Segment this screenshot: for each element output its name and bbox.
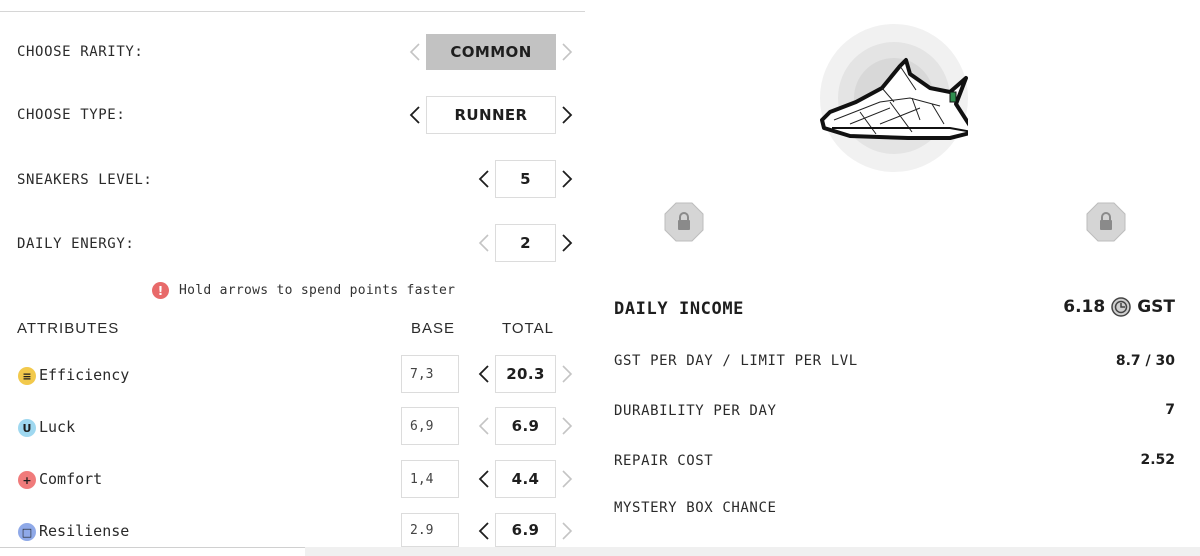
daily-income-value: 6.18 GST [1063,297,1175,317]
repair-cost-value: 2.52 [1140,452,1175,468]
attribute-name: Luck [39,418,76,436]
chevron-left-icon [478,522,489,540]
energy-prev-button[interactable] [475,232,493,254]
attribute-name: Efficiency [39,366,130,384]
mystery-box-label: MYSTERY BOX CHANCE [614,500,777,516]
type-prev-button[interactable] [406,104,424,126]
attribute-base: 1,4 [401,460,459,498]
energy-value: 2 [495,224,556,262]
chevron-left-icon [478,234,489,252]
level-value: 5 [495,160,556,198]
rarity-label: CHOOSE RARITY: [17,44,144,60]
rarity-value: COMMON [426,34,556,70]
comfort-icon: + [18,471,36,489]
attribute-base: 7,3 [401,355,459,393]
chevron-right-icon [562,522,573,540]
attribute-total: 20.3 [495,355,556,393]
resiliense-decrease-button[interactable] [475,520,493,542]
chevron-right-icon [562,417,573,435]
level-next-button[interactable] [558,168,576,190]
lock-icon [1086,202,1126,242]
energy-label: DAILY ENERGY: [17,236,135,252]
top-divider [0,11,585,12]
rarity-next-button[interactable] [558,41,576,63]
comfort-increase-button[interactable] [558,468,576,490]
daily-income-label: DAILY INCOME [614,299,745,319]
daily-income-amount: 6.18 [1063,297,1106,317]
comfort-decrease-button[interactable] [475,468,493,490]
chevron-left-icon [409,106,420,124]
level-prev-button[interactable] [475,168,493,190]
chevron-left-icon [478,417,489,435]
attribute-name: Resiliense [39,522,130,540]
attribute-total: 4.4 [495,460,556,498]
gst-per-day-label: GST PER DAY / LIMIT PER LVL [614,353,858,369]
daily-income-currency: GST [1137,297,1175,317]
energy-next-button[interactable] [558,232,576,254]
chevron-left-icon [478,365,489,383]
luck-icon: U [18,419,36,437]
attribute-total: 6.9 [495,513,556,547]
attribute-base: 6,9 [401,407,459,445]
scrollbar-thumb[interactable] [0,547,305,556]
chevron-left-icon [409,43,420,61]
resiliense-increase-button[interactable] [558,520,576,542]
chevron-left-icon [478,170,489,188]
attribute-base: 2.9 [401,513,459,547]
gst-per-day-value: 8.7 / 30 [1115,353,1175,369]
resiliense-icon: □ [18,523,36,541]
attribute-name: Comfort [39,470,103,488]
type-value: RUNNER [426,96,556,134]
attributes-heading: ATTRIBUTES [17,320,120,337]
chevron-right-icon [562,106,573,124]
efficiency-icon: ≡ [18,367,36,385]
chevron-right-icon [562,234,573,252]
luck-increase-button[interactable] [558,415,576,437]
luck-decrease-button[interactable] [475,415,493,437]
efficiency-increase-button[interactable] [558,363,576,385]
chevron-right-icon [562,170,573,188]
chevron-right-icon [562,43,573,61]
type-label: CHOOSE TYPE: [17,107,126,123]
warning-icon: ! [152,282,169,299]
gst-coin-icon [1111,297,1131,317]
hint-text: Hold arrows to spend points faster [179,283,456,298]
durability-value: 7 [1165,402,1175,418]
repair-cost-label: REPAIR COST [614,453,714,469]
efficiency-decrease-button[interactable] [475,363,493,385]
total-heading: TOTAL [502,320,554,337]
rarity-prev-button[interactable] [406,41,424,63]
hint: ! Hold arrows to spend points faster [152,282,455,299]
bottom-scrollbar[interactable] [0,547,1200,556]
durability-label: DURABILITY PER DAY [614,403,777,419]
type-next-button[interactable] [558,104,576,126]
lock-icon [664,202,704,242]
attribute-total: 6.9 [495,407,556,445]
chevron-right-icon [562,365,573,383]
level-label: SNEAKERS LEVEL: [17,172,153,188]
sneaker-image [820,24,976,172]
chevron-left-icon [478,470,489,488]
chevron-right-icon [562,470,573,488]
base-heading: BASE [411,320,456,337]
